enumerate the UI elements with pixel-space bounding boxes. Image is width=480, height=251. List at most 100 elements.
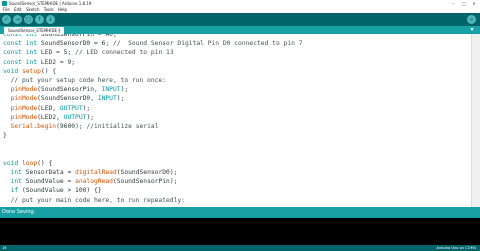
open-button[interactable]: ↑ — [35, 15, 44, 24]
bottom-bar: 16 Arduino Uno on COM4 — [0, 245, 480, 251]
code-token: const int — [3, 58, 38, 66]
menu-file[interactable]: File — [3, 7, 10, 12]
code-token: begin — [37, 123, 57, 131]
code-token: SensorData = — [21, 169, 76, 177]
code-line: ​ — [3, 150, 303, 159]
window-title: SoundSensor_STEMHIDE | Arduino 1.8.19 — [9, 1, 92, 6]
code-token: int — [10, 169, 22, 177]
code-token: void — [3, 67, 19, 75]
code-line: // put your main code here, to run repea… — [3, 196, 303, 205]
code-line: pinMode(SoundSensorPin, INPUT); — [3, 85, 303, 94]
code-token: // LED connected to pin 13 — [75, 49, 174, 57]
code-token: // put your setup code here, to run once… — [3, 77, 167, 85]
new-button[interactable]: ▢ — [24, 15, 33, 24]
code-token: (9600); — [56, 123, 87, 131]
code-token: // put your main code here, to run repea… — [3, 196, 185, 204]
code-line: pinMode(LED2, OUTPUT); — [3, 113, 303, 122]
code-line: if (SoundValue > 100) {} — [3, 186, 303, 195]
code-token: Serial — [10, 123, 34, 131]
code-token: pinMode — [10, 104, 38, 112]
arduino-logo-icon — [2, 1, 7, 6]
code-token: pinMode — [10, 95, 38, 103]
minimize-button[interactable]: – — [448, 0, 458, 7]
maximize-button[interactable]: □ — [459, 0, 469, 7]
code-line: pinMode(SoundSensorD0, INPUT); — [3, 94, 303, 103]
serial-monitor-button[interactable]: ⌕ — [467, 15, 476, 24]
code-token: pinMode — [10, 86, 38, 94]
upload-button[interactable]: → — [13, 15, 22, 24]
code-token: LED2 = 9; — [37, 58, 76, 66]
code-line: const int LED2 = 9; — [3, 58, 303, 67]
code-token: int — [10, 178, 22, 186]
close-button[interactable]: ✕ — [469, 0, 479, 7]
code-token: // Sound Sensor Digital Pin D0 connected… — [112, 40, 303, 48]
tab-strip: SoundSensor_STEMHIDE § ▾ — [0, 26, 480, 34]
verify-button[interactable]: ✓ — [2, 15, 11, 24]
code-token: (SoundSensorPin); — [112, 178, 178, 186]
code-token: void — [3, 159, 19, 167]
code-text: const int SoundSensorPin = A0; const int … — [3, 34, 303, 205]
code-token: (LED2, — [37, 113, 64, 121]
editor-scrollbar[interactable] — [471, 34, 480, 207]
code-token: ); — [86, 113, 95, 121]
code-token: const int — [3, 34, 38, 38]
code-token: const int — [3, 40, 38, 48]
status-message: Done Saving. — [2, 209, 36, 215]
code-line: } — [3, 131, 303, 140]
menu-tools[interactable]: Tools — [44, 7, 54, 12]
line-number: 16 — [2, 246, 7, 250]
code-token: (LED, — [37, 104, 60, 112]
save-button[interactable]: ↓ — [46, 15, 55, 24]
code-token: () { — [37, 159, 53, 167]
code-token: } — [3, 132, 7, 140]
code-token: ); — [116, 95, 125, 103]
code-line: void setup() { — [3, 67, 303, 76]
code-token: ); — [82, 104, 91, 112]
code-token: setup — [21, 67, 41, 75]
code-token: analogRead — [75, 178, 113, 186]
tab-sketch[interactable]: SoundSensor_STEMHIDE § — [4, 27, 65, 34]
code-token: LED = 5; — [37, 49, 76, 57]
code-token: ); — [120, 86, 129, 94]
code-token: (SoundValue > 100) {} — [18, 187, 102, 195]
code-token: SoundSensorPin = A0; — [37, 34, 117, 38]
menu-sketch[interactable]: Sketch — [26, 7, 39, 12]
tab-menu-icon[interactable]: ▾ — [468, 26, 476, 34]
code-editor[interactable]: const int SoundSensorPin = A0; const int … — [0, 34, 471, 207]
code-token: loop — [21, 159, 38, 167]
code-line: int SoundValue = analogRead(SoundSensorP… — [3, 177, 303, 186]
code-line: pinMode(LED, OUTPUT); — [3, 104, 303, 113]
code-token: (SoundSensorD0, — [37, 95, 98, 103]
code-line: const int LED = 5; // LED connected to p… — [3, 48, 303, 57]
code-token: //initialize serial — [86, 123, 159, 131]
code-token: (SoundSensorPin, — [37, 86, 102, 94]
code-token: SoundValue = — [21, 178, 76, 186]
status-bar: Done Saving. — [0, 207, 480, 218]
code-line: void loop() { — [3, 159, 303, 168]
code-line: int SensorData = digitalRead(SoundSensor… — [3, 168, 303, 177]
code-token: INPUT — [101, 86, 121, 94]
menu-help[interactable]: Help — [58, 7, 67, 12]
board-port-label: Arduino Uno on COM4 — [436, 246, 476, 250]
toolbar: ✓ → ▢ ↑ ↓ ⌕ — [0, 13, 480, 26]
code-token: (SoundSensorD0); — [116, 169, 178, 177]
code-token: const int — [3, 49, 38, 57]
code-token: () { — [40, 67, 57, 75]
console-output — [0, 218, 480, 245]
code-line: ​ — [3, 140, 303, 149]
menu-edit[interactable]: Edit — [14, 7, 22, 12]
code-token: SoundSensorD0 = 6; — [37, 40, 113, 48]
code-token: INPUT — [97, 95, 117, 103]
code-line: // put your setup code here, to run once… — [3, 76, 303, 85]
code-token: pinMode — [10, 113, 38, 121]
code-token: OUTPUT — [59, 104, 83, 112]
title-bar: SoundSensor_STEMHIDE | Arduino 1.8.19 – … — [0, 0, 480, 7]
